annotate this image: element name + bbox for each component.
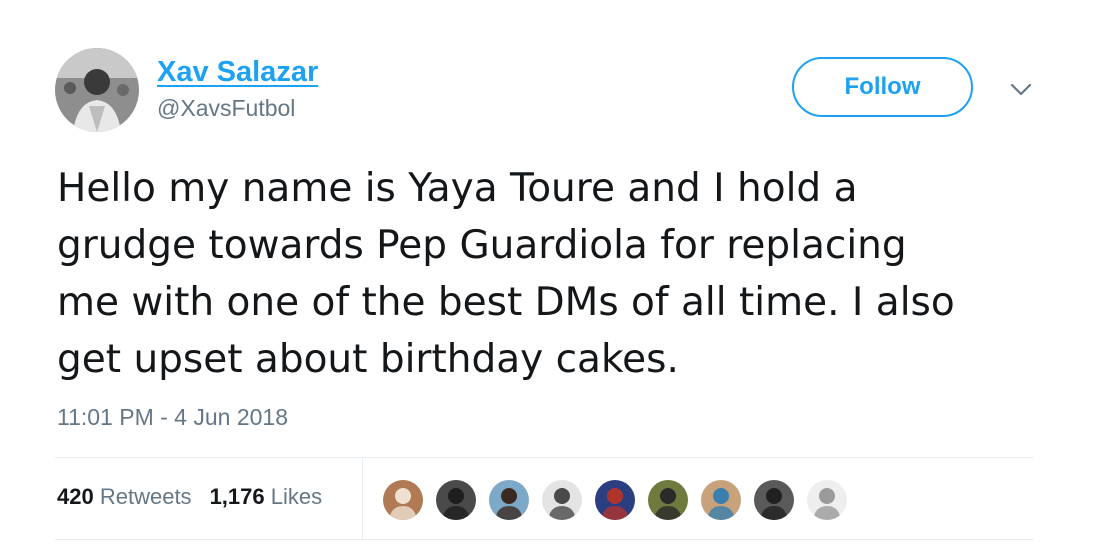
chevron-down-icon <box>1010 83 1032 96</box>
liker-avatar-icon <box>383 480 423 520</box>
liker-avatar[interactable] <box>805 478 849 522</box>
liker-avatar-icon <box>754 480 794 520</box>
liker-avatar[interactable] <box>593 478 637 522</box>
liker-avatar[interactable] <box>487 478 531 522</box>
likers-list <box>381 478 858 522</box>
retweets-label: Retweets <box>99 484 192 509</box>
liker-avatar[interactable] <box>434 478 478 522</box>
likes-stat[interactable]: 1,176 Likes <box>210 484 323 510</box>
likes-count: 1,176 <box>209 484 265 509</box>
retweets-count: 420 <box>57 484 94 509</box>
liker-avatar-icon <box>648 480 688 520</box>
author-avatar[interactable] <box>55 48 139 132</box>
divider <box>55 539 1034 540</box>
liker-avatar-icon <box>701 480 741 520</box>
liker-avatar[interactable] <box>540 478 584 522</box>
liker-avatar[interactable] <box>699 478 743 522</box>
follow-button[interactable]: Follow <box>792 57 973 117</box>
liker-avatar[interactable] <box>752 478 796 522</box>
liker-avatar[interactable] <box>646 478 690 522</box>
divider <box>55 457 1034 458</box>
author-display-name[interactable]: Xav Salazar <box>157 56 318 89</box>
liker-avatar-icon <box>595 480 635 520</box>
liker-avatar-icon <box>807 480 847 520</box>
stats-separator <box>362 458 363 539</box>
tweet-text: Hello my name is Yaya Toure and I hold a… <box>57 166 955 382</box>
liker-avatar-icon <box>436 480 476 520</box>
liker-avatar-icon <box>542 480 582 520</box>
author-handle[interactable]: @XavsFutbol <box>157 95 295 122</box>
retweets-stat[interactable]: 420 Retweets <box>57 484 192 510</box>
tweet-stats: 420 Retweets 1,176 Likes <box>57 484 340 510</box>
liker-avatar[interactable] <box>381 478 425 522</box>
tweet-timestamp[interactable]: 11:01 PM - 4 Jun 2018 <box>57 404 288 431</box>
user-avatar-icon <box>55 48 139 132</box>
more-options-button[interactable] <box>1008 78 1034 100</box>
likes-label: Likes <box>270 484 323 509</box>
liker-avatar-icon <box>489 480 529 520</box>
